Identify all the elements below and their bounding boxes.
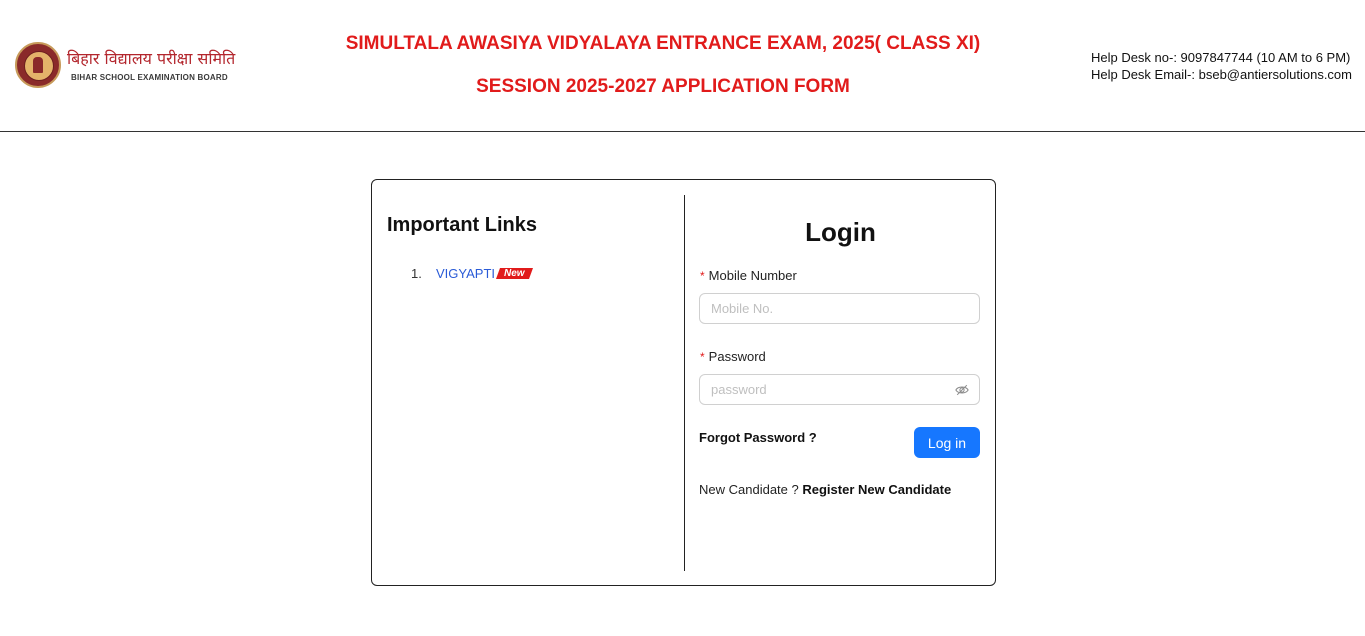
new-badge-label: New <box>504 268 525 279</box>
logo-text: बिहार विद्यालय परीक्षा समिति BIHAR SCHOO… <box>67 49 235 82</box>
new-candidate-text: New Candidate ? <box>699 482 799 497</box>
exam-title: SIMULTALA AWASIYA VIDYALAYA ENTRANCE EXA… <box>345 33 981 54</box>
page-header: बिहार विद्यालय परीक्षा समिति BIHAR SCHOO… <box>0 0 1365 132</box>
card-divider <box>684 195 685 571</box>
list-item: 1. VIGYAPTI New <box>411 266 533 281</box>
logo-hindi-name: बिहार विद्यालय परीक्षा समिति <box>67 48 236 68</box>
session-title: SESSION 2025-2027 APPLICATION FORM <box>476 76 850 97</box>
important-links-title: Important Links <box>387 214 538 236</box>
password-label-text: Password <box>708 349 766 364</box>
forgot-password-link[interactable]: Forgot Password ? <box>699 430 817 445</box>
helpdesk-email: Help Desk Email-: bseb@antiersolutions.c… <box>1090 67 1352 82</box>
register-new-candidate-link[interactable]: Register New Candidate <box>802 482 951 497</box>
login-button[interactable]: Log in <box>914 427 980 458</box>
helpdesk-info: Help Desk no-: 9097847744 (10 AM to 6 PM… <box>1091 49 1352 83</box>
mobile-number-label-text: Mobile Number <box>708 268 797 283</box>
new-badge: New <box>495 268 533 279</box>
mobile-number-input[interactable] <box>699 293 980 324</box>
bseb-seal-icon <box>15 42 61 88</box>
mobile-number-label: * Mobile Number <box>700 268 797 283</box>
required-marker: * <box>700 350 705 364</box>
login-title: Login <box>805 217 876 247</box>
helpdesk-phone: Help Desk no-: 9097847744 (10 AM to 6 PM… <box>1090 50 1351 65</box>
required-marker: * <box>700 269 705 283</box>
list-item-number: 1. <box>411 266 422 281</box>
important-links-list: 1. VIGYAPTI New <box>411 266 533 281</box>
new-candidate-row: New Candidate ? Register New Candidate <box>699 482 951 497</box>
password-input[interactable] <box>699 374 980 405</box>
bseb-logo[interactable]: बिहार विद्यालय परीक्षा समिति BIHAR SCHOO… <box>15 42 235 88</box>
password-label: * Password <box>700 349 766 364</box>
logo-english-name: BIHAR SCHOOL EXAMINATION BOARD <box>71 72 228 82</box>
main-card: Important Links 1. VIGYAPTI New Login * M… <box>371 179 996 586</box>
vigyapti-link[interactable]: VIGYAPTI <box>436 266 495 281</box>
eye-slash-icon[interactable] <box>955 383 969 397</box>
